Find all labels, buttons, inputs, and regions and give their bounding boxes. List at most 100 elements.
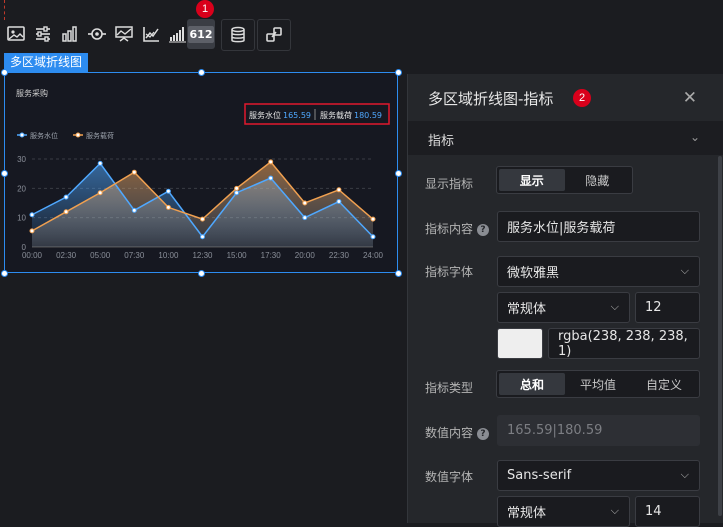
x-tick-label: 07:30 <box>124 251 145 260</box>
y-tick-label: 10 <box>17 214 26 223</box>
panel-title: 多区域折线图-指标 <box>428 90 554 108</box>
value-font-value: Sans-serif <box>507 468 572 483</box>
metric-content-label: 指标内容? <box>425 220 490 237</box>
data-point <box>302 200 308 206</box>
data-point <box>131 169 137 175</box>
component-name-tag[interactable]: 多区域折线图 <box>4 53 89 72</box>
x-tick-label: 00:00 <box>22 251 43 260</box>
x-tick-label: 24:00 <box>363 251 384 260</box>
data-point <box>165 204 171 210</box>
value-font-label: 数值字体 <box>425 470 474 484</box>
data-point <box>200 234 205 240</box>
type-custom-option[interactable]: 自定义 <box>631 373 697 395</box>
x-tick-label: 20:00 <box>295 251 316 260</box>
data-point <box>268 159 274 165</box>
image-icon[interactable] <box>3 19 29 49</box>
data-point <box>234 185 240 191</box>
resize-handle[interactable] <box>1 170 8 177</box>
metric-color-input[interactable]: rgba(238, 238, 238, 1) <box>548 328 700 359</box>
metric-content-input[interactable]: 服务水位|服务载荷 <box>497 211 700 242</box>
metric-number-text: 612 <box>187 25 215 43</box>
resize-handle[interactable] <box>1 270 8 277</box>
value-content-input: 165.59|180.59 <box>497 415 700 446</box>
x-tick-label: 22:30 <box>329 251 350 260</box>
resize-handle[interactable] <box>198 69 205 76</box>
chart-component[interactable]: 服务采购 服务水位 165.59 服务载荷 180.59 服务水位 服务载荷 0… <box>4 72 398 273</box>
value-style-value: 常规体 <box>507 506 547 521</box>
x-tick-label: 15:00 <box>227 251 248 260</box>
data-point <box>29 228 35 234</box>
value-size-input[interactable]: 14 <box>635 496 700 527</box>
guide-line <box>4 0 5 20</box>
value-content-label: 数值内容? <box>425 424 490 441</box>
metric-number-icon[interactable]: 612 <box>187 19 215 49</box>
type-average-option[interactable]: 平均值 <box>565 373 631 395</box>
section-title: 指标 <box>428 134 455 149</box>
show-metric-label: 显示指标 <box>425 177 474 191</box>
resize-handle[interactable] <box>1 69 8 76</box>
resize-handle[interactable] <box>395 69 402 76</box>
data-point <box>165 188 171 194</box>
line-area-icon[interactable] <box>111 19 137 49</box>
y-tick-label: 30 <box>17 155 26 164</box>
data-point <box>268 175 274 181</box>
data-point <box>234 190 240 196</box>
show-option[interactable]: 显示 <box>499 169 565 191</box>
chevron-down-icon: ⌵ <box>610 504 619 517</box>
x-tick-label: 10:00 <box>158 251 179 260</box>
resize-handle[interactable] <box>395 270 402 277</box>
help-icon[interactable]: ? <box>477 428 490 440</box>
step-badge-2: 2 <box>573 89 591 107</box>
legend-series-1: 服务水位 <box>30 131 58 140</box>
metric-style-value: 常规体 <box>507 302 547 317</box>
metric-box: 服务水位 165.59 服务载荷 180.59 <box>244 103 390 125</box>
legend-series-2: 服务载荷 <box>86 131 114 140</box>
value-font-select[interactable]: Sans-serif ⌵ <box>497 460 700 491</box>
data-point <box>63 194 69 200</box>
step-badge-1: 1 <box>196 0 214 18</box>
show-metric-toggle: 显示 隐藏 <box>496 166 633 194</box>
type-sum-option[interactable]: 总和 <box>499 373 565 395</box>
panel-scrollbar[interactable] <box>718 156 722 516</box>
metric-type-toggle: 总和 平均值 自定义 <box>496 370 700 398</box>
chevron-down-icon: ⌵ <box>680 468 689 481</box>
eye-target-icon[interactable] <box>84 19 110 49</box>
y-tick-label: 20 <box>17 184 26 193</box>
metric-style-select[interactable]: 常规体 ⌵ <box>497 292 630 323</box>
toolbar-group-data <box>221 19 255 51</box>
metric-name-1: 服务水位 <box>249 110 281 120</box>
database-icon[interactable] <box>225 20 251 50</box>
toolbar-group-link <box>257 19 291 51</box>
resize-handle[interactable] <box>395 170 402 177</box>
properties-panel: 多区域折线图-指标 2 ✕ 指标 ⌄ 显示指标 显示 隐藏 指标内容? 服务水位… <box>407 74 723 527</box>
sliders-icon[interactable] <box>30 19 56 49</box>
help-icon[interactable]: ? <box>477 224 490 236</box>
x-tick-label: 05:00 <box>90 251 111 260</box>
data-point <box>370 216 376 222</box>
close-icon[interactable]: ✕ <box>683 88 697 108</box>
data-point <box>97 190 103 196</box>
metric-type-label: 指标类型 <box>425 381 474 395</box>
data-point <box>29 212 35 218</box>
data-point <box>200 216 205 222</box>
data-point <box>370 234 376 240</box>
resize-handle[interactable] <box>198 270 205 277</box>
metric-name-2: 服务载荷 <box>320 110 352 120</box>
metric-font-value: 微软雅黑 <box>507 266 560 281</box>
chart-title: 服务采购 <box>16 88 48 98</box>
hide-option[interactable]: 隐藏 <box>565 169 631 191</box>
data-point <box>97 160 103 166</box>
section-header-metric[interactable]: 指标 ⌄ <box>408 121 723 155</box>
chevron-down-icon: ⌵ <box>680 264 689 277</box>
trend-icon[interactable] <box>138 19 164 49</box>
metric-value-1: 165.59 <box>283 111 311 120</box>
link-icon[interactable] <box>261 20 287 50</box>
value-style-select[interactable]: 常规体 ⌵ <box>497 496 630 527</box>
x-tick-label: 17:30 <box>261 251 282 260</box>
color-swatch[interactable] <box>497 328 543 359</box>
bar-chart-icon[interactable] <box>57 19 83 49</box>
metric-font-select[interactable]: 微软雅黑 ⌵ <box>497 256 700 287</box>
chevron-down-icon: ⌵ <box>610 300 619 313</box>
metric-size-input[interactable]: 12 <box>635 292 700 323</box>
data-point <box>302 215 308 221</box>
